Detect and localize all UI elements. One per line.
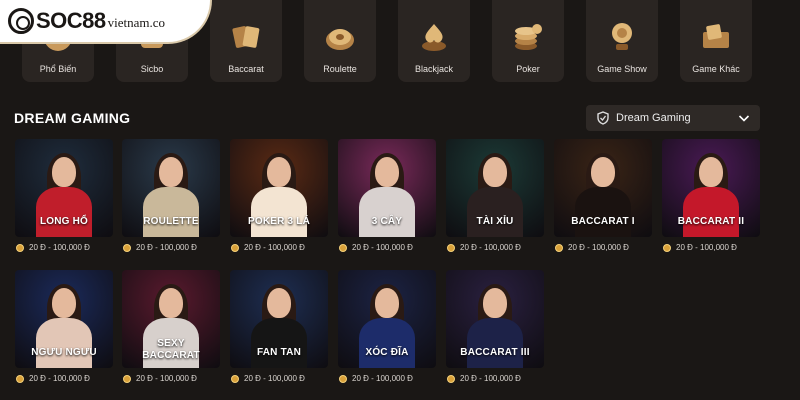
game-title: BACCARAT I (571, 216, 635, 227)
bet-range: 20 Đ - 100,000 Đ (339, 243, 413, 252)
microphone-icon (612, 23, 632, 50)
game-card[interactable]: BACCARAT II (662, 139, 760, 237)
category-game-khac[interactable]: Game Khác (680, 0, 752, 82)
game-card[interactable]: NGƯU NGƯU (15, 270, 113, 368)
game-title: POKER 3 LÁ (247, 216, 310, 227)
game-title: TÀI XỈU (476, 216, 514, 227)
game-title: XÓC ĐĨA (365, 347, 409, 358)
provider-select[interactable]: Dream Gaming (586, 105, 760, 131)
bet-range: 20 Đ - 100,000 Đ (123, 374, 197, 383)
game-card[interactable]: XÓC ĐĨA (338, 270, 436, 368)
coin-icon (339, 243, 347, 252)
section-title: DREAM GAMING (14, 110, 131, 126)
category-blackjack[interactable]: Blackjack (398, 0, 470, 82)
game-card[interactable]: LONG HỔ (15, 139, 113, 237)
coin-icon (339, 374, 347, 383)
game-card[interactable]: BACCARAT I (554, 139, 652, 237)
category-label: Game Show (597, 64, 647, 74)
game-card[interactable]: FAN TAN (230, 270, 328, 368)
game-title: BACCARAT III (460, 347, 530, 358)
category-game-show[interactable]: Game Show (586, 0, 658, 82)
chips-icon (515, 24, 542, 50)
game-card[interactable]: POKER 3 LÁ (230, 139, 328, 237)
brand-name: SOC88 (36, 8, 106, 33)
bet-range: 20 Đ - 100,000 Đ (555, 243, 629, 252)
coin-icon (231, 374, 239, 383)
game-title: BACCARAT II (677, 216, 745, 227)
logo-mark-icon (8, 8, 34, 34)
coin-icon (123, 243, 131, 252)
coin-icon (447, 243, 455, 252)
category-label: Baccarat (228, 64, 264, 74)
cards-icon (232, 26, 260, 48)
game-title: LONG HỔ (39, 216, 89, 227)
game-title: ROULETTE (143, 216, 199, 227)
shield-icon (597, 111, 609, 125)
coin-icon (663, 243, 671, 252)
game-card[interactable]: 3 CÂY (338, 139, 436, 237)
coin-icon (16, 374, 24, 383)
category-roulette[interactable]: Roulette (304, 0, 376, 82)
roulette-icon (326, 29, 354, 50)
category-poker[interactable]: Poker (492, 0, 564, 82)
game-card[interactable]: BACCARAT III (446, 270, 544, 368)
game-title: NGƯU NGƯU (31, 347, 97, 358)
game-title: 3 CÂY (371, 216, 403, 227)
game-card[interactable]: SEXY BACCARAT (122, 270, 220, 368)
bet-range: 20 Đ - 100,000 Đ (663, 243, 737, 252)
provider-select-value: Dream Gaming (616, 112, 691, 124)
box-icon (703, 24, 729, 48)
category-label: Roulette (323, 64, 357, 74)
bet-range: 20 Đ - 100,000 Đ (16, 243, 90, 252)
brand-domain: vietnam.co (107, 15, 166, 30)
bet-range: 20 Đ - 100,000 Đ (231, 374, 305, 383)
game-title: FAN TAN (257, 347, 301, 358)
bet-range: 20 Đ - 100,000 Đ (447, 374, 521, 383)
chevron-down-icon (738, 115, 750, 122)
bet-range: 20 Đ - 100,000 Đ (123, 243, 197, 252)
site-logo[interactable]: SOC88 vietnam.co (0, 0, 212, 44)
bet-range: 20 Đ - 100,000 Đ (447, 243, 521, 252)
category-label: Poker (516, 64, 540, 74)
coin-icon (447, 374, 455, 383)
category-label: Blackjack (414, 64, 453, 74)
game-card[interactable]: TÀI XỈU (446, 139, 544, 237)
coin-icon (123, 374, 131, 383)
game-title: SEXY BACCARAT (142, 338, 200, 361)
category-label: Phổ Biến (39, 64, 77, 74)
coin-icon (231, 243, 239, 252)
bet-range: 20 Đ - 100,000 Đ (231, 243, 305, 252)
bet-range: 20 Đ - 100,000 Đ (16, 374, 90, 383)
game-card[interactable]: ROULETTE (122, 139, 220, 237)
category-baccarat[interactable]: Baccarat (210, 0, 282, 82)
spade-icon (422, 24, 446, 51)
category-label: Sicbo (140, 64, 164, 74)
coin-icon (555, 243, 563, 252)
coin-icon (16, 243, 24, 252)
category-label: Game Khác (692, 64, 740, 74)
bet-range: 20 Đ - 100,000 Đ (339, 374, 413, 383)
